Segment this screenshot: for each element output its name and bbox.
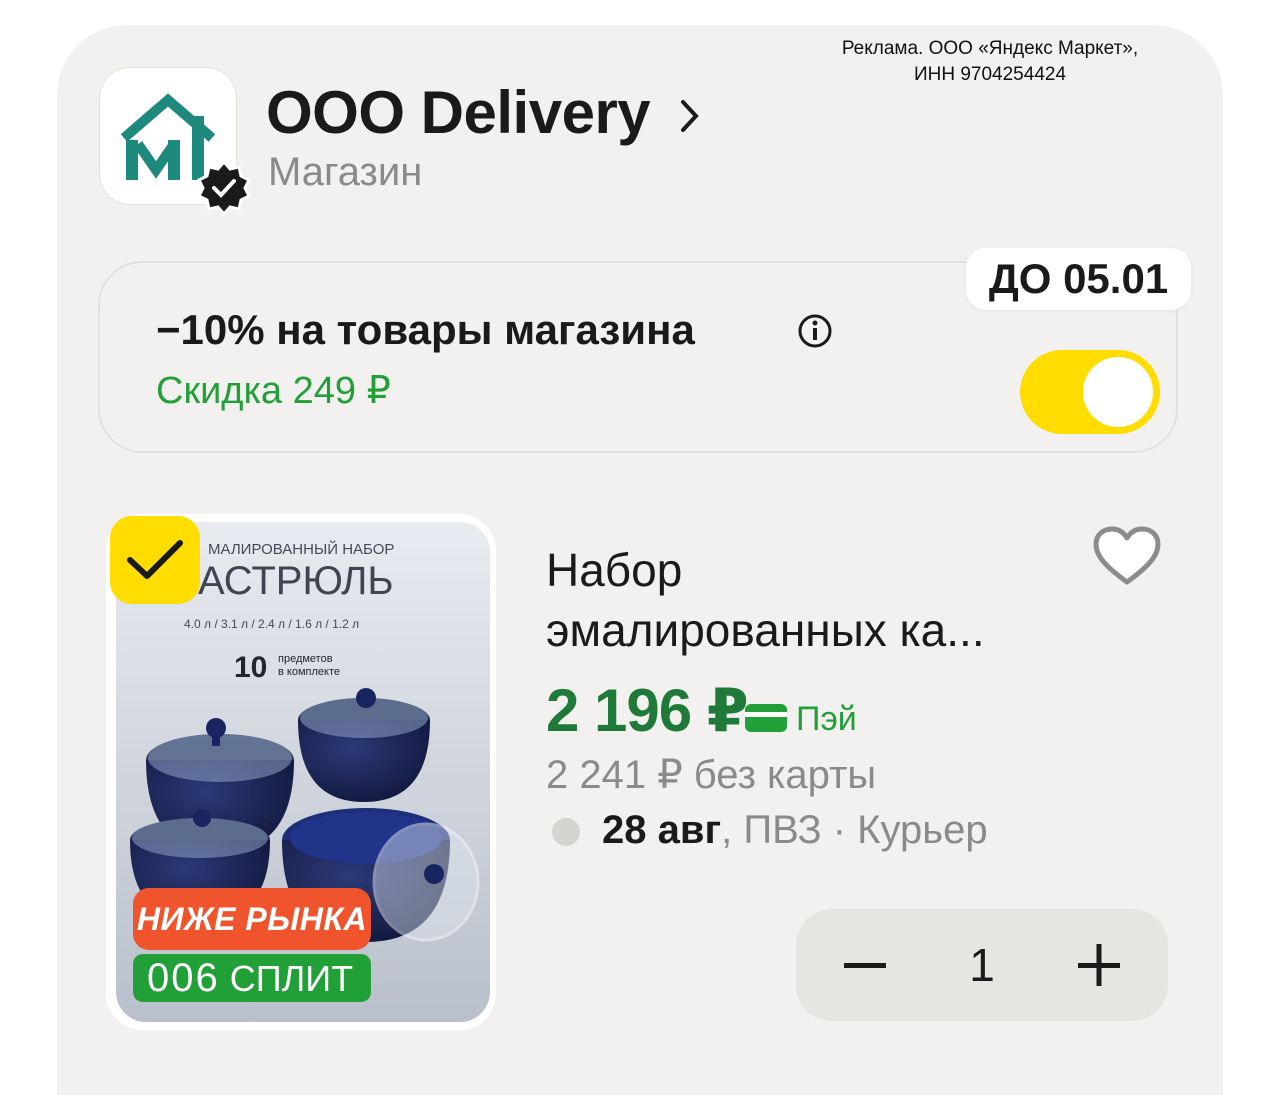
plus-icon [1078,944,1120,986]
delivery-date: 28 авг [602,808,722,852]
heart-icon[interactable] [1092,526,1162,588]
image-text-volumes: 4.0 л / 3.1 л / 2.4 л / 1.6 л / 1.2 л [184,617,359,631]
product-price: 2 196 ₽ [546,677,749,744]
badge-split-prefix: 006 [147,956,220,1000]
checkmark-icon [127,540,183,579]
shop-subtitle: Магазин [268,150,423,194]
product-title-line1: Набор [546,544,683,596]
item-select-checkbox[interactable] [110,516,200,604]
image-text-count-label2: в комплекте [278,666,340,678]
badge-below-market: НИЖЕ РЫНКА [133,888,371,950]
delivery-info: 28 авг, ПВЗ · Курьер [602,808,988,853]
decrease-quantity-button[interactable] [810,909,920,1021]
promo-discount-amount: Скидка 249 ₽ [156,370,391,412]
verified-badge-icon [196,160,252,216]
ad-disclaimer-line1: Реклама. ООО «Яндекс Маркет», [841,38,1139,59]
minus-icon [844,963,886,968]
increase-quantity-button[interactable] [1044,909,1154,1021]
price-without-card: 2 241 ₽ без карты [546,753,877,797]
toggle-knob [1083,357,1153,427]
product-title[interactable]: Набор эмалированных ка... [546,540,1066,660]
ad-disclaimer-line2: ИНН 9704254424 [913,64,1067,85]
image-text-line1: МАЛИРОВАННЫЙ НАБОР [208,540,394,558]
badge-split: 006 СПЛИТ [133,954,371,1002]
info-icon[interactable] [797,313,833,349]
pay-label: Пэй [796,700,857,738]
image-text-line2: АСТРЮЛЬ [198,559,394,603]
badge-split-label: СПЛИТ [229,958,354,999]
delivery-options: , ПВЗ · Курьер [721,808,988,852]
delivery-status-dot [552,818,580,846]
promo-title: −10% на товары магазина [156,306,695,353]
quantity-stepper: 1 [796,909,1168,1021]
image-text-count: 10 [234,651,267,684]
ad-disclaimer: Реклама. ООО «Яндекс Маркет», ИНН 970425… [800,36,1180,88]
pay-card-icon [745,704,787,732]
chevron-right-icon[interactable] [678,98,702,134]
promo-toggle[interactable] [1020,350,1160,434]
image-text-count-label1: предметов [278,653,333,665]
shop-name[interactable]: ООО Delivery [266,78,651,147]
quantity-value: 1 [969,939,995,991]
promo-deadline-badge: ДО 05.01 [966,248,1191,310]
product-title-line2: эмалированных ка... [546,604,985,656]
